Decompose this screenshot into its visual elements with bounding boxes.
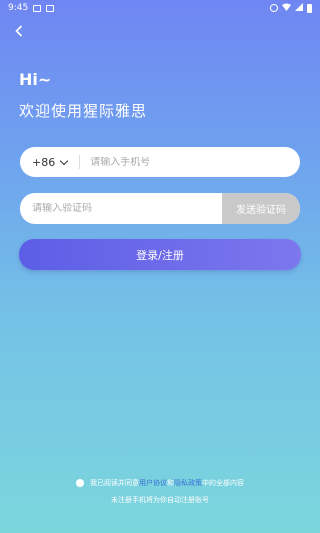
welcome-title: 欢迎使用猩际雅思 (19, 102, 148, 120)
country-code-select[interactable]: +86 (20, 155, 69, 169)
divider (79, 155, 81, 169)
login-register-button[interactable]: 登录/注册 (19, 239, 301, 270)
chevron-down-icon (59, 156, 69, 165)
dnd-icon (270, 4, 278, 12)
privacy-policy-link[interactable]: 隐私政策 (174, 478, 202, 488)
image-notification-icon (33, 4, 42, 12)
status-bar: 9:45 (0, 0, 320, 16)
wifi-icon (282, 3, 291, 14)
battery-icon (307, 3, 312, 13)
agreement-prefix: 我已阅读并同意 (90, 479, 139, 487)
greeting: Hi~ (19, 70, 52, 89)
agreement-suffix: 中的全部内容 (202, 479, 244, 487)
phone-field: +86 (20, 147, 300, 177)
back-button[interactable] (12, 24, 26, 38)
agree-radio[interactable] (76, 479, 84, 487)
signal-icon (295, 2, 303, 14)
status-time: 9:45 (8, 3, 29, 13)
phone-input[interactable] (90, 156, 281, 168)
code-input[interactable] (20, 203, 210, 214)
country-code-value: +86 (32, 155, 56, 169)
agreement-and: 和 (167, 479, 174, 487)
code-field: 发送验证码 (20, 193, 300, 224)
back-chevron-icon (15, 25, 23, 37)
send-code-button[interactable]: 发送验证码 (222, 193, 300, 224)
user-agreement-link[interactable]: 用户协议 (139, 478, 167, 488)
app-notification-icon (46, 4, 55, 12)
agreement-row: 我已阅读并同意 用户协议 和 隐私政策 中的全部内容 (0, 478, 320, 488)
auto-register-hint: 未注册手机将为你自动注册账号 (111, 496, 209, 504)
